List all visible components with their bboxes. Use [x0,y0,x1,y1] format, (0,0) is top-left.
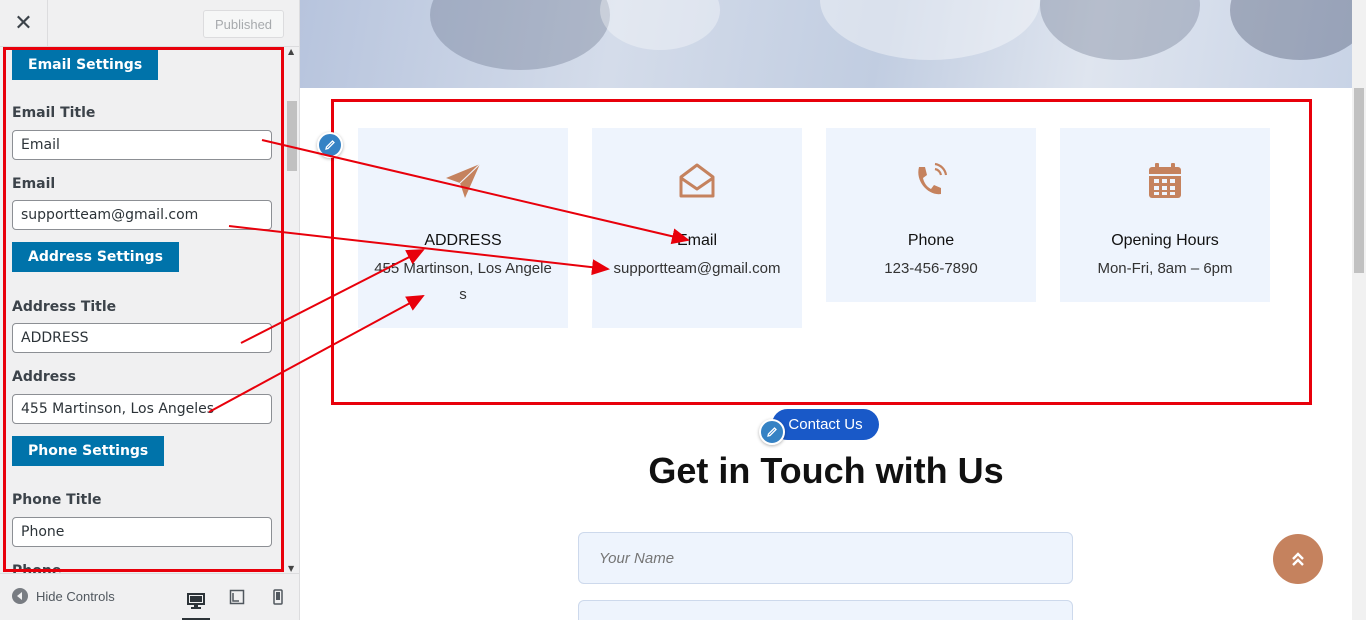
email-input[interactable] [12,200,272,230]
email-label: Email [12,176,56,192]
tablet-icon[interactable] [223,584,251,610]
address-input[interactable] [12,394,272,424]
scroll-to-top-button[interactable] [1273,534,1323,584]
published-button[interactable]: Published [203,10,284,38]
edit-pencil-icon[interactable] [317,132,343,158]
address-title-label: Address Title [12,299,117,315]
scroll-up-icon[interactable]: ▲ [288,47,294,56]
collapse-arrow-icon [12,588,28,604]
email-title-label: Email Title [12,105,96,121]
hide-controls-label: Hide Controls [36,588,115,604]
card-title: Email [676,232,717,249]
edit-pencil-icon[interactable] [759,419,785,445]
card-value: Mon-Fri, 8am – 6pm [1097,260,1233,277]
close-icon[interactable]: ✕ [0,0,48,47]
envelope-open-icon [672,156,722,206]
card-value: supportteam@gmail.com [613,260,781,277]
scrollbar-thumb[interactable] [287,101,297,171]
hide-controls-button[interactable]: Hide Controls [12,588,115,604]
paper-plane-icon [438,156,488,206]
sidebar-footer: Hide Controls [0,573,299,620]
address-settings-button[interactable]: Address Settings [12,242,179,272]
address-label: Address [12,369,76,385]
mobile-icon[interactable] [264,584,292,610]
sidebar-header: ✕ Published [0,0,299,47]
phone-ringing-icon [906,156,956,206]
phone-title-label: Phone Title [12,492,102,508]
preview-scrollbar[interactable] [1352,0,1366,620]
address-title-input[interactable] [12,323,272,353]
hero-image [300,0,1352,88]
phone-label: Phone [12,563,62,573]
card-value: 455 Martinson, Los Angeles [374,260,552,303]
card-title: Opening Hours [1111,232,1219,249]
phone-settings-button[interactable]: Phone Settings [12,436,165,466]
name-input[interactable] [578,532,1073,584]
card-title: ADDRESS [424,232,502,249]
next-form-input[interactable] [578,600,1073,620]
contact-card-email: Email supportteam@gmail.com [592,128,802,328]
email-settings-button[interactable]: Email Settings [12,50,159,80]
section-heading: Get in Touch with Us [648,450,1004,491]
customizer-sidebar: ✕ Published Email Settings Email Title E… [0,0,300,620]
calendar-icon [1140,156,1190,206]
preview-scrollbar-thumb[interactable] [1354,88,1364,273]
email-title-input[interactable] [12,130,272,160]
phone-title-input[interactable] [12,517,272,547]
site-preview: ADDRESS 455 Martinson, Los Angeles Email… [300,0,1352,620]
scroll-down-icon[interactable]: ▼ [288,564,294,573]
sidebar-scrollbar[interactable]: ▲ ▼ [285,47,299,573]
card-value: 123-456-7890 [884,260,978,277]
sidebar-controls: Email Settings Email Title Email Address… [0,47,300,573]
double-chevron-up-icon [1292,552,1304,566]
contact-card-hours: Opening Hours Mon-Fri, 8am – 6pm [1060,128,1270,302]
contact-card-address: ADDRESS 455 Martinson, Los Angeles [358,128,568,328]
contact-card-phone: Phone 123-456-7890 [826,128,1036,302]
card-title: Phone [907,232,955,249]
desktop-icon[interactable] [182,584,210,620]
contact-us-badge[interactable]: Contact Us [772,409,879,440]
